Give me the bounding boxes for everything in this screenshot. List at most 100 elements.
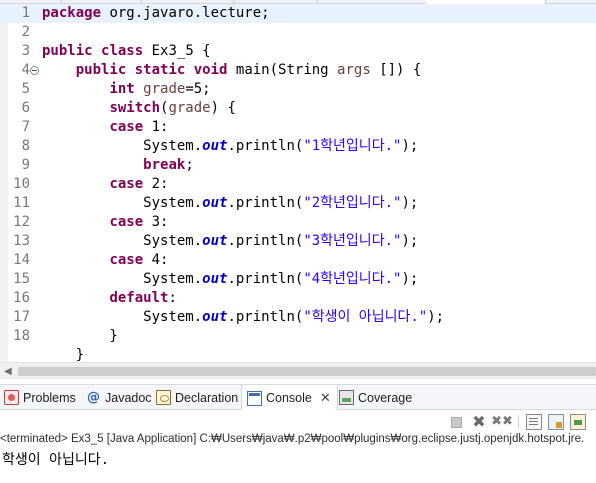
code-text: public static void main(String args []) … [42,61,422,80]
code-token: ); [401,271,419,287]
editor-horizontal-scrollbar[interactable]: ◀ [0,362,596,379]
code-text: break; [42,156,194,175]
code-text: public class Ex3_5 { [42,42,211,61]
scrollbar-thumb[interactable] [18,367,596,376]
code-line[interactable]: 10 case 2: [0,175,596,194]
line-number: 8 [21,138,30,154]
code-text: case 4: [42,251,168,270]
clear-console-icon[interactable] [526,414,542,430]
code-line[interactable]: 14 case 4: [0,251,596,270]
code-text: package org.javaro.lecture; [42,4,270,23]
code-editor[interactable]: 1 package org.javaro.lecture; 2 3 public cla… [0,4,596,362]
code-token: ); [401,138,419,154]
code-token: 1: [143,119,169,135]
code-text: default: [42,289,176,308]
code-line[interactable]: 15 System.out.println("4학년입니다."); [0,270,596,289]
code-line[interactable]: 8 System.out.println("1학년입니다."); [0,137,596,156]
code-token: out [202,309,228,325]
code-line[interactable]: 16 default: [0,289,596,308]
code-token: case [109,214,144,230]
code-line[interactable]: 18 } [0,327,596,346]
code-token: .println( [227,195,304,211]
line-number: 17 [13,309,30,325]
views-tab-bar: Problems @ Javadoc Declaration Console ✕… [0,384,596,411]
code-token: Ex3_5 { [143,43,211,59]
terminate-icon[interactable] [451,417,462,428]
code-text: } [42,346,84,362]
declaration-icon [156,390,171,405]
close-icon[interactable]: ✕ [320,391,331,406]
code-line[interactable]: 9 break; [0,156,596,175]
code-token: System. [42,271,203,287]
code-token: out [202,138,228,154]
tab-console[interactable]: Console ✕ [241,385,338,411]
line-number: 11 [13,195,30,211]
scroll-left-arrow-icon[interactable]: ◀ [4,366,12,377]
code-token: static [134,62,186,78]
code-text: System.out.println("2학년입니다."); [42,194,418,213]
code-token: System. [42,309,203,325]
fold-collapse-icon[interactable] [30,66,39,75]
word-wrap-icon[interactable] [570,414,586,430]
code-token: 2: [143,176,169,192]
line-number: 7 [21,119,30,135]
console-toolbar: ✖ ✖✖ [0,410,596,432]
javadoc-icon: @ [87,390,100,405]
code-token: []) { [370,62,422,78]
code-token: =5; [185,81,211,97]
code-text: switch(grade) { [42,99,236,118]
code-token: 4: [143,252,169,268]
code-token: grade [143,81,186,97]
code-token: case [109,252,144,268]
code-token: switch [109,100,161,116]
code-text: case 2: [42,175,168,194]
line-number: 12 [13,214,30,230]
code-token: class [101,43,144,59]
code-line[interactable]: 11 System.out.println("2학년입니다."); [0,194,596,213]
tab-declaration[interactable]: Declaration [156,385,238,410]
tab-javadoc[interactable]: @ Javadoc [86,385,152,410]
code-token: System. [42,195,203,211]
code-token: 3: [143,214,169,230]
tab-label: Console [266,391,312,405]
code-line[interactable]: 5 int grade=5; [0,80,596,99]
code-token: ; [185,157,194,173]
code-token: .println( [227,138,304,154]
code-token: package [42,5,102,21]
code-line[interactable]: 3 public class Ex3_5 { [0,42,596,61]
code-line[interactable]: 1 package org.javaro.lecture; [0,4,596,23]
tab-label: Javadoc [105,390,152,405]
line-number: 15 [13,271,30,287]
code-text: int grade=5; [42,80,211,99]
line-number: 1 [21,5,30,21]
code-line[interactable]: 2 [0,23,596,42]
remove-launch-icon[interactable]: ✖ [471,414,487,430]
line-number: 10 [13,176,30,192]
remove-all-terminated-icon[interactable]: ✖✖ [491,414,513,430]
code-token: System. [42,138,203,154]
code-token: } [42,347,85,362]
tab-problems[interactable]: Problems [4,385,76,410]
tab-coverage[interactable]: Coverage [339,385,412,410]
code-token: "4학년입니다." [303,271,402,287]
code-line[interactable]: 7 case 1: [0,118,596,137]
code-line[interactable]: 12 case 3: [0,213,596,232]
code-token: .println( [227,233,304,249]
code-token: out [202,195,228,211]
code-line[interactable]: 4 public static void main(String args []… [0,61,596,80]
code-line[interactable]: } [0,346,596,362]
code-text: System.out.println("3학년입니다."); [42,232,418,251]
code-token: void [193,62,228,78]
code-line[interactable]: 6 switch(grade) { [0,99,596,118]
code-line[interactable]: 13 System.out.println("3학년입니다."); [0,232,596,251]
code-token: ) { [210,100,236,116]
scroll-lock-icon[interactable] [548,414,564,430]
code-line[interactable]: 17 System.out.println("학생이 아닙니다."); [0,308,596,327]
line-number: 2 [21,24,30,40]
